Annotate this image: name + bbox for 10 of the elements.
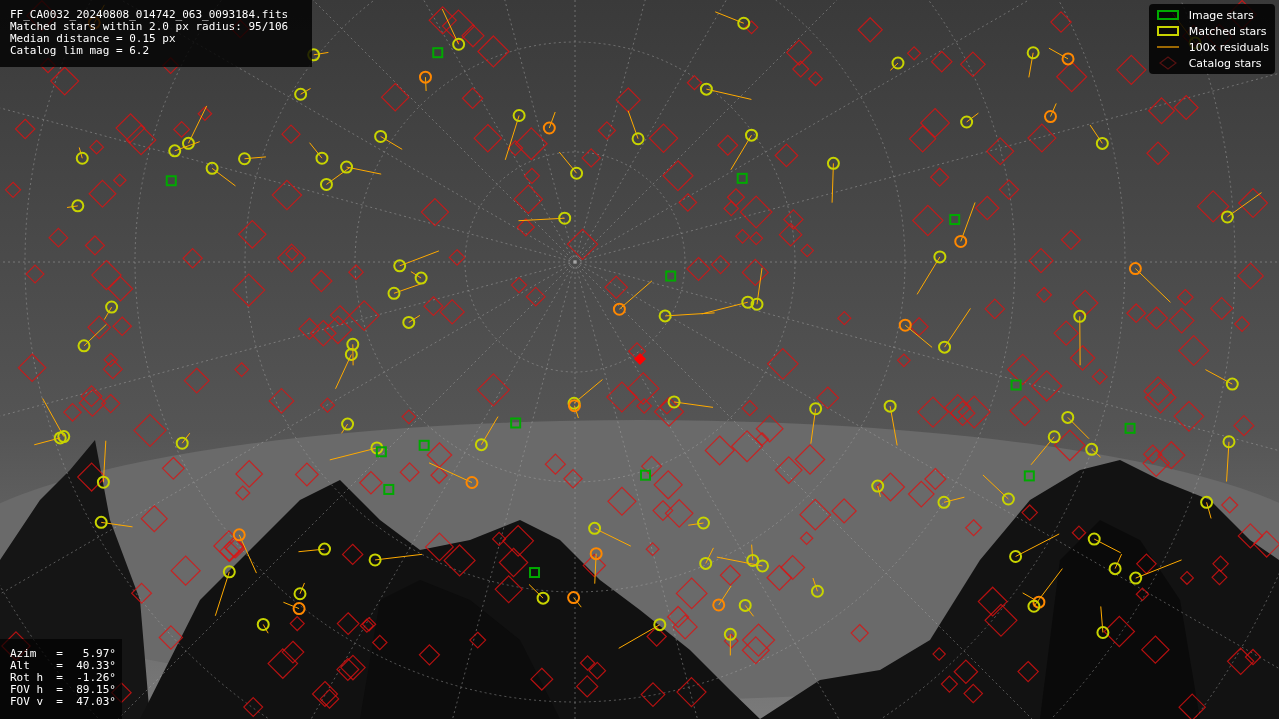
- square-icon: [1154, 24, 1181, 38]
- square-icon: [1154, 8, 1181, 22]
- legend-label: Matched stars: [1188, 24, 1267, 38]
- legend-label: 100x residuals: [1188, 40, 1269, 54]
- legend-label: Catalog stars: [1188, 56, 1262, 70]
- info-text: Catalog lim mag = 6.2: [10, 45, 151, 57]
- legend-label: Image stars: [1188, 8, 1254, 22]
- info-text: Matched stars within 2.0 px radius: 95/106: [10, 21, 290, 33]
- info-text: FF_CA0032_20240808_014742_063_0093184.fits: [10, 9, 290, 21]
- info-text: Median distance = 0.15 px: [10, 33, 177, 45]
